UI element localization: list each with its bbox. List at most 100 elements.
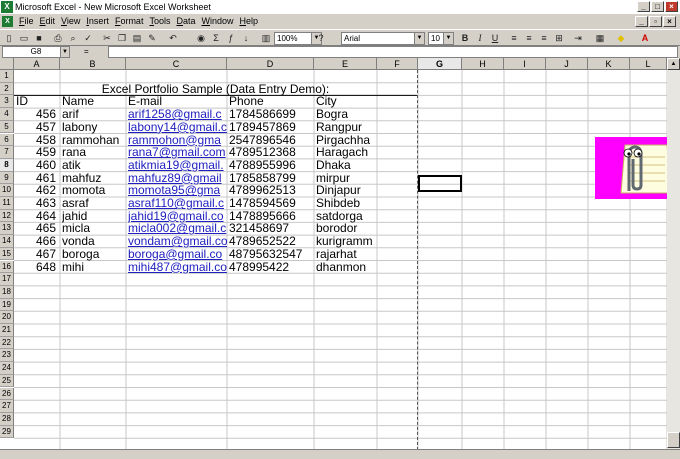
workbook-restore-button[interactable]: ▫ xyxy=(649,16,662,27)
column-header-a[interactable]: A xyxy=(14,58,60,70)
row-header-8[interactable]: 8 xyxy=(0,158,14,172)
close-button[interactable]: × xyxy=(665,1,678,12)
column-header-h[interactable]: H xyxy=(462,58,504,70)
save-icon[interactable]: ■ xyxy=(32,31,46,45)
menu-view[interactable]: View xyxy=(58,14,83,29)
row-header-22[interactable]: 22 xyxy=(0,336,14,350)
fill-color-icon[interactable]: ◆ xyxy=(614,31,628,45)
row-header-14[interactable]: 14 xyxy=(0,235,14,248)
row-header-28[interactable]: 28 xyxy=(0,412,14,426)
row-header-7[interactable]: 7 xyxy=(0,146,14,159)
city-cell[interactable]: dhanmon xyxy=(316,260,377,275)
row-header-13[interactable]: 13 xyxy=(0,222,14,236)
menu-tools[interactable]: Tools xyxy=(146,14,173,29)
undo-icon[interactable]: ↶ xyxy=(166,31,180,45)
row-header-3[interactable]: 3 xyxy=(0,95,14,109)
sort-ascending-icon[interactable]: ↓ xyxy=(239,31,253,45)
underline-button[interactable]: U xyxy=(488,31,502,45)
increase-indent-icon[interactable]: ⇥ xyxy=(571,31,585,45)
font-color-icon[interactable]: A xyxy=(638,31,652,45)
chevron-down-icon[interactable]: ▼ xyxy=(60,47,69,57)
row-header-19[interactable]: 19 xyxy=(0,298,14,312)
row-header-12[interactable]: 12 xyxy=(0,209,14,223)
scroll-up-icon[interactable]: ▲ xyxy=(667,58,680,70)
minimize-button[interactable]: _ xyxy=(637,1,650,12)
menu-help[interactable]: Help xyxy=(237,14,262,29)
name-cell[interactable]: mihi xyxy=(62,260,126,275)
row-header-21[interactable]: 21 xyxy=(0,324,14,337)
italic-button[interactable]: I xyxy=(473,31,487,45)
hyperlink-icon[interactable]: ◉ xyxy=(194,31,208,45)
excel-app-icon[interactable]: X xyxy=(1,1,13,13)
name-box[interactable]: G8 ▼ xyxy=(2,46,70,58)
chart-wizard-icon[interactable]: ▥ xyxy=(259,31,273,45)
vertical-scrollbar[interactable]: ▲ xyxy=(667,58,680,449)
copy-icon[interactable]: ❐ xyxy=(115,31,129,45)
bold-button[interactable]: B xyxy=(458,31,472,45)
row-header-20[interactable]: 20 xyxy=(0,311,14,324)
menu-insert[interactable]: Insert xyxy=(83,14,112,29)
menu-file[interactable]: File xyxy=(16,14,37,29)
column-header-j[interactable]: J xyxy=(546,58,588,70)
select-all-corner[interactable] xyxy=(0,58,14,70)
active-cell-selection[interactable] xyxy=(418,175,462,192)
merge-center-icon[interactable]: ⊞ xyxy=(552,31,566,45)
maximize-button[interactable]: □ xyxy=(651,1,664,12)
autosum-icon[interactable]: Σ xyxy=(209,31,223,45)
column-header-l[interactable]: L xyxy=(630,58,667,70)
row-header-24[interactable]: 24 xyxy=(0,362,14,375)
formula-input[interactable] xyxy=(108,46,678,58)
column-header-e[interactable]: E xyxy=(314,58,377,70)
row-header-27[interactable]: 27 xyxy=(0,400,14,413)
menu-format[interactable]: Format xyxy=(112,14,147,29)
align-center-icon[interactable]: ≡ xyxy=(522,31,536,45)
column-header-b[interactable]: B xyxy=(60,58,126,70)
row-header-2[interactable]: 2 xyxy=(0,82,14,96)
row-header-6[interactable]: 6 xyxy=(0,133,14,147)
format-painter-icon[interactable]: ✎ xyxy=(145,31,159,45)
open-folder-icon[interactable]: ▭ xyxy=(17,31,31,45)
paste-icon[interactable]: ▤ xyxy=(130,31,144,45)
row-header-15[interactable]: 15 xyxy=(0,247,14,261)
workbook-icon[interactable]: X xyxy=(2,16,13,27)
column-header-k[interactable]: K xyxy=(588,58,630,70)
borders-icon[interactable]: ▦ xyxy=(593,31,607,45)
column-header-i[interactable]: I xyxy=(504,58,546,70)
cut-icon[interactable]: ✂ xyxy=(100,31,114,45)
workbook-close-button[interactable]: × xyxy=(663,16,676,27)
row-header-18[interactable]: 18 xyxy=(0,285,14,299)
font-size-select[interactable]: 10 ▼ xyxy=(428,32,454,45)
row-header-17[interactable]: 17 xyxy=(0,273,14,286)
row-header-23[interactable]: 23 xyxy=(0,349,14,363)
worksheet-grid[interactable]: A B C D E F G H I J K L 1 2 3 4 5 6 7 8 9 10 11 12 13 14 15 16 17 18 1… xyxy=(0,58,667,449)
spelling-icon[interactable]: ✓ xyxy=(81,31,95,45)
row-header-1[interactable]: 1 xyxy=(0,70,14,83)
row-header-25[interactable]: 25 xyxy=(0,374,14,388)
email-link-cell[interactable]: mihi487@gmail.co xyxy=(128,260,227,275)
row-header-26[interactable]: 26 xyxy=(0,387,14,401)
menu-window[interactable]: Window xyxy=(198,14,236,29)
chevron-down-icon[interactable]: ▼ xyxy=(443,33,453,44)
column-header-g[interactable]: G xyxy=(418,58,462,70)
row-header-29[interactable]: 29 xyxy=(0,425,14,439)
row-header-11[interactable]: 11 xyxy=(0,197,14,210)
scroll-thumb[interactable] xyxy=(667,432,680,448)
print-icon[interactable]: ⎙ xyxy=(51,31,65,45)
help-icon[interactable]: ? xyxy=(314,31,328,45)
row-header-10[interactable]: 10 xyxy=(0,184,14,197)
column-header-d[interactable]: D xyxy=(227,58,314,70)
phone-cell[interactable]: 478995422 xyxy=(229,260,314,275)
font-select[interactable]: Arial ▼ xyxy=(341,32,425,45)
print-preview-icon[interactable]: ⌕ xyxy=(66,31,80,45)
new-document-icon[interactable]: ▯ xyxy=(2,31,16,45)
menu-edit[interactable]: Edit xyxy=(37,14,59,29)
paste-function-icon[interactable]: ƒ xyxy=(224,31,238,45)
id-cell[interactable]: 648 xyxy=(16,260,60,275)
column-header-c[interactable]: C xyxy=(126,58,227,70)
formula-equals-label[interactable]: = xyxy=(84,46,89,58)
row-header-5[interactable]: 5 xyxy=(0,120,14,134)
menu-data[interactable]: Data xyxy=(173,14,198,29)
workbook-minimize-button[interactable]: _ xyxy=(635,16,648,27)
column-header-f[interactable]: F xyxy=(377,58,418,70)
row-header-9[interactable]: 9 xyxy=(0,171,14,185)
